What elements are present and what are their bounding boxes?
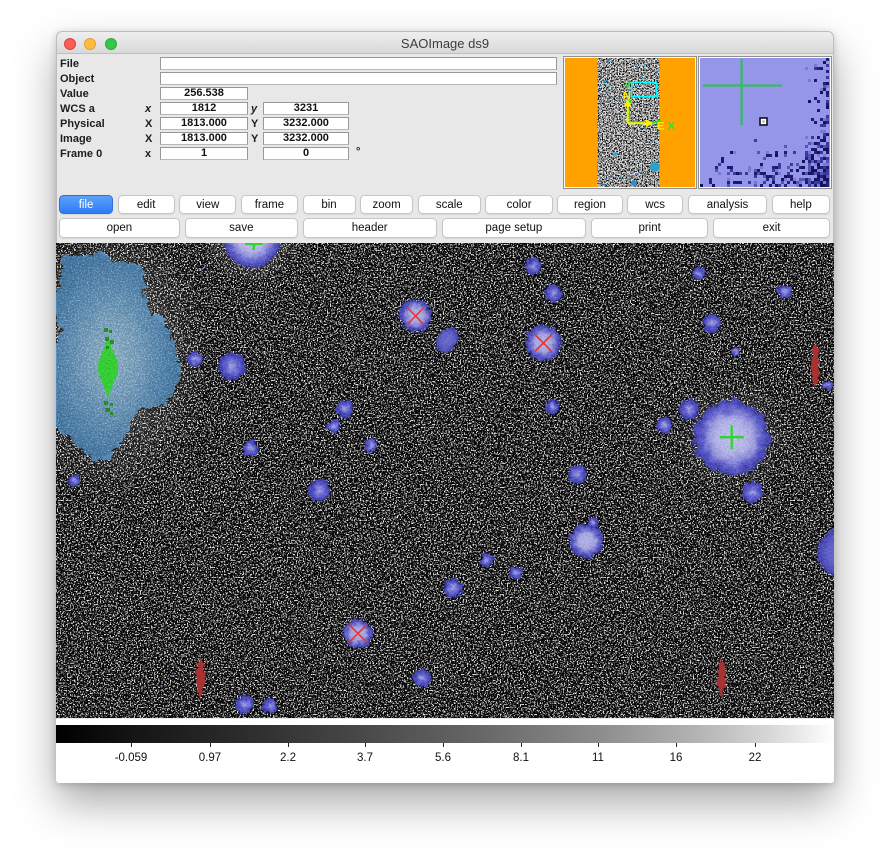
svg-text:X: X <box>668 121 676 133</box>
svg-text:N: N <box>623 91 631 103</box>
svg-text:E: E <box>657 121 664 133</box>
